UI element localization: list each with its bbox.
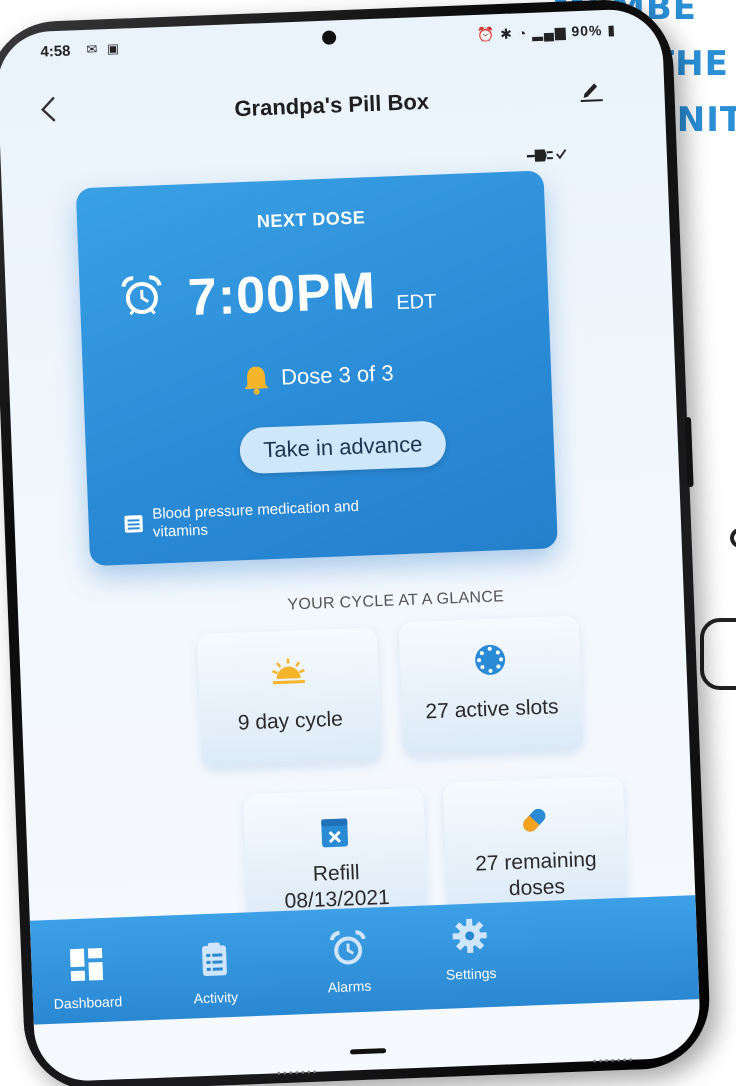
gear-icon bbox=[452, 918, 487, 953]
speaker-grille bbox=[591, 1057, 632, 1064]
nav-label-activity: Activity bbox=[193, 988, 239, 1007]
cycle-length-tile[interactable]: 9 day cycle bbox=[196, 627, 382, 768]
clipboard-icon bbox=[202, 942, 227, 976]
alarm-clock-icon bbox=[121, 275, 162, 316]
capsule-icon bbox=[523, 808, 546, 832]
cycle-glance-title: YOUR CYCLE AT A GLANCE bbox=[287, 588, 505, 614]
front-camera bbox=[321, 30, 337, 45]
phone-side-button bbox=[684, 416, 694, 488]
nav-item-activity[interactable]: Activity bbox=[159, 938, 271, 1008]
next-dose-card[interactable]: NEXT DOSE 7:00PM EDT Dose 3 of 3 Take in… bbox=[75, 170, 558, 567]
dose-count: Dose 3 of 3 bbox=[280, 360, 395, 390]
pill-box-icon bbox=[124, 515, 143, 533]
cycle-length-label: 9 day cycle bbox=[237, 707, 344, 735]
nav-label-alarms: Alarms bbox=[327, 977, 372, 996]
active-slots-label: 27 active slots bbox=[425, 695, 559, 724]
phone-device: 4:58 ✉ ▣ ⏰ ✱ ◔ ▂▄▆ 90% ▮ Grandpa's Pill … bbox=[0, 0, 736, 1086]
sun-icon bbox=[271, 658, 305, 685]
take-in-advance-button[interactable]: Take in advance bbox=[239, 420, 447, 475]
pill-wheel-icon bbox=[475, 644, 506, 675]
notification-icons: ✉ ▣ bbox=[86, 40, 123, 57]
battery-level: 90% bbox=[571, 22, 603, 40]
phone-frame: 4:58 ✉ ▣ ⏰ ✱ ◔ ▂▄▆ 90% ▮ Grandpa's Pill … bbox=[0, 0, 712, 1086]
next-dose-label: NEXT DOSE bbox=[256, 207, 366, 232]
app-bar: Grandpa's Pill Box bbox=[0, 56, 665, 142]
medication-description: Blood pressure medication and vitamins bbox=[151, 497, 360, 541]
page-title: Grandpa's Pill Box bbox=[233, 88, 430, 122]
nav-item-settings[interactable]: Settings bbox=[414, 914, 526, 984]
plug-check-icon bbox=[526, 149, 567, 162]
pencil-icon bbox=[580, 83, 603, 102]
next-dose-time: 7:00PM bbox=[186, 261, 378, 328]
nav-label-dashboard: Dashboard bbox=[53, 993, 123, 1012]
nav-label-settings: Settings bbox=[445, 964, 497, 983]
nav-item-dashboard[interactable]: Dashboard bbox=[31, 942, 143, 1012]
home-indicator[interactable] bbox=[349, 1048, 387, 1055]
dashboard-icon bbox=[69, 947, 104, 982]
edit-button[interactable] bbox=[578, 76, 605, 103]
calendar-x-icon bbox=[321, 818, 349, 848]
bell-icon bbox=[244, 366, 269, 395]
remaining-doses-label: 27 remaining doses bbox=[445, 846, 627, 905]
alarm-clock-icon bbox=[329, 930, 366, 965]
app-screen: 4:58 ✉ ▣ ⏰ ✱ ◔ ▂▄▆ 90% ▮ Grandpa's Pill … bbox=[0, 7, 702, 1083]
time-zone: EDT bbox=[395, 290, 437, 315]
status-right-indicators: ⏰ ✱ ◔ ▂▄▆ 90% ▮ bbox=[476, 21, 617, 43]
speaker-grille bbox=[275, 1069, 316, 1076]
status-time: 4:58 bbox=[40, 42, 71, 61]
active-slots-tile[interactable]: 27 active slots bbox=[398, 615, 584, 757]
bottom-navigation: Dashboard Activity Alarms Settings bbox=[29, 895, 700, 1025]
remaining-doses-tile[interactable]: 27 remaining doses bbox=[442, 775, 628, 917]
nav-item-alarms[interactable]: Alarms bbox=[292, 926, 404, 996]
